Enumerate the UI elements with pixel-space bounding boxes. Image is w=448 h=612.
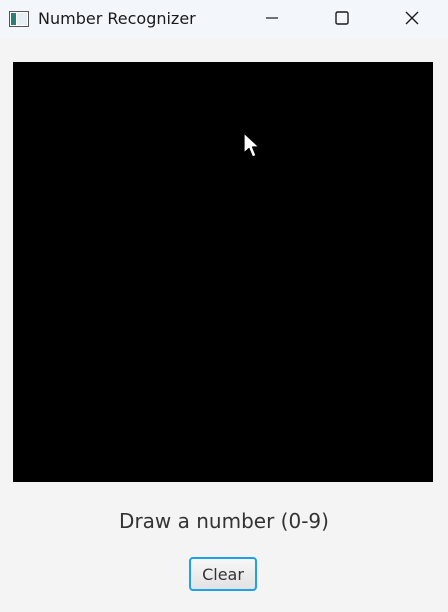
clear-button[interactable]: Clear [189,557,257,591]
minimize-icon [265,10,279,29]
maximize-icon [335,10,349,29]
maximize-button[interactable] [318,0,366,38]
java-app-icon [9,11,29,27]
close-icon [405,10,419,29]
window-title: Number Recognizer [38,9,196,28]
client-area: Draw a number (0-9) Clear [0,38,448,612]
instruction-label: Draw a number (0-9) [119,509,329,533]
arrow-cursor-icon [243,132,263,160]
title-bar[interactable]: Number Recognizer [0,0,448,38]
minimize-button[interactable] [248,0,296,38]
close-button[interactable] [388,0,436,38]
app-window: Number Recognizer Draw a number (0-9) Cl… [0,0,448,612]
drawing-canvas[interactable] [13,62,433,482]
